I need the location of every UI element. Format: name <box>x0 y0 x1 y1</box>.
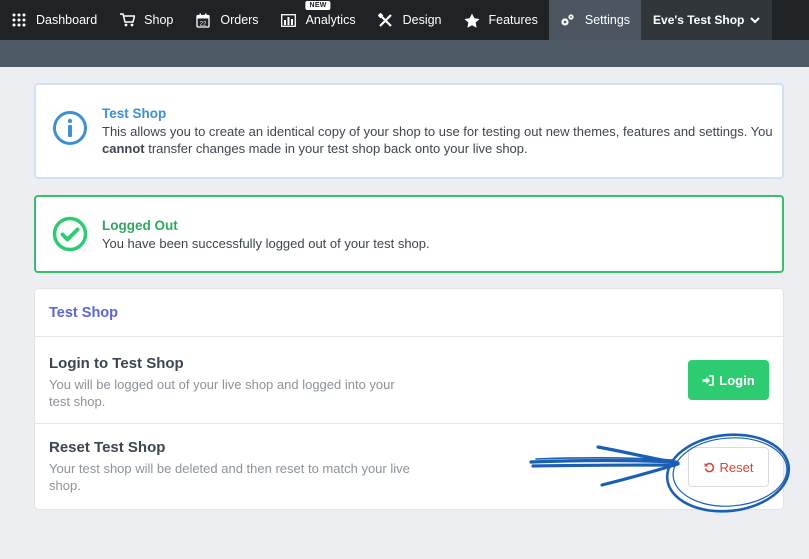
info-text-part: transfer changes made in your test shop … <box>144 141 528 156</box>
login-title: Login to Test Shop <box>49 355 184 372</box>
reset-button[interactable]: Reset <box>688 447 769 487</box>
sub-header-bar <box>0 40 809 67</box>
login-row: Login to Test Shop You will be logged ou… <box>35 338 783 424</box>
nav-dashboard[interactable]: Dashboard <box>0 0 108 40</box>
reset-description: Your test shop will be deleted and then … <box>49 461 410 493</box>
svg-text:22: 22 <box>200 21 207 27</box>
nav-settings[interactable]: Settings <box>548 0 642 40</box>
new-badge: NEW <box>305 1 331 10</box>
info-alert: Test Shop This allows you to create an i… <box>34 83 784 179</box>
nav-analytics-label: Analytics <box>305 13 356 27</box>
chevron-down-icon <box>750 13 761 27</box>
success-alert-title: Logged Out <box>102 217 178 233</box>
info-alert-body: Test Shop This allows you to create an i… <box>102 105 782 157</box>
nav-settings-label: Settings <box>584 13 631 27</box>
login-button-label: Login <box>719 372 755 388</box>
reset-row: Reset Test Shop Your test shop will be d… <box>35 425 783 511</box>
nav-analytics[interactable]: NEW Analytics <box>270 0 367 40</box>
reset-button-label: Reset <box>719 459 754 475</box>
bar-chart-icon <box>281 12 297 28</box>
info-text-part: This allows you to create an identical c… <box>102 124 773 139</box>
info-icon <box>52 110 88 146</box>
nav-dashboard-label: Dashboard <box>36 13 98 27</box>
shop-icon <box>119 12 136 28</box>
shop-switcher[interactable]: Eve's Test Shop <box>641 0 773 40</box>
nav-design-label: Design <box>402 13 442 27</box>
login-description: You will be logged out of your live shop… <box>49 377 395 409</box>
star-icon <box>464 12 480 28</box>
design-tools-icon <box>378 12 394 28</box>
nav-orders[interactable]: 22 Orders <box>184 0 269 40</box>
nav-design[interactable]: Design <box>367 0 453 40</box>
info-alert-text: This allows you to create an identical c… <box>102 123 782 157</box>
nav-shop-label: Shop <box>144 13 174 27</box>
success-alert-text: You have been successfully logged out of… <box>102 235 430 251</box>
reset-title: Reset Test Shop <box>49 439 166 456</box>
sign-in-icon <box>702 374 715 386</box>
login-button[interactable]: Login <box>688 360 769 400</box>
nav-features[interactable]: Features <box>453 0 549 40</box>
nav-orders-label: Orders <box>220 13 259 27</box>
success-alert: Logged Out You have been successfully lo… <box>34 195 784 273</box>
test-shop-panel: Test Shop Login to Test Shop You will be… <box>34 288 784 510</box>
shop-name-label: Eve's Test Shop <box>653 13 745 27</box>
gears-icon <box>560 12 576 28</box>
calendar-icon: 22 <box>195 12 211 28</box>
info-alert-title: Test Shop <box>102 106 167 121</box>
panel-title: Test Shop <box>35 289 783 337</box>
info-text-emphasis: cannot <box>102 141 145 156</box>
success-alert-body: Logged Out You have been successfully lo… <box>102 217 430 252</box>
nav-shop[interactable]: Shop <box>108 0 184 40</box>
undo-icon <box>704 462 715 473</box>
check-circle-icon <box>52 216 88 252</box>
nav-features-label: Features <box>488 13 538 27</box>
top-navigation: Dashboard Shop 22 Orders NEW Analytics D… <box>0 0 809 40</box>
grid-icon <box>11 12 27 28</box>
